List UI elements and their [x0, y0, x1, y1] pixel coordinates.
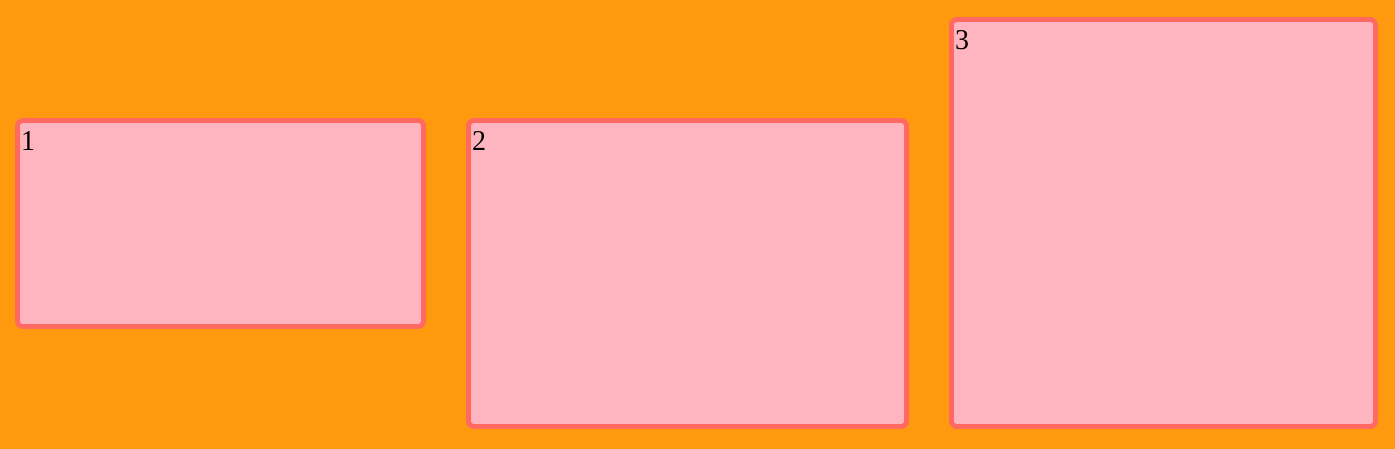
- box-3-label: 3: [955, 25, 969, 56]
- box-3: 3: [949, 17, 1378, 429]
- canvas: 1 2 3: [0, 0, 1395, 449]
- box-2: 2: [466, 118, 909, 429]
- box-1-label: 1: [21, 126, 35, 157]
- box-2-label: 2: [472, 126, 486, 157]
- box-1: 1: [15, 118, 426, 329]
